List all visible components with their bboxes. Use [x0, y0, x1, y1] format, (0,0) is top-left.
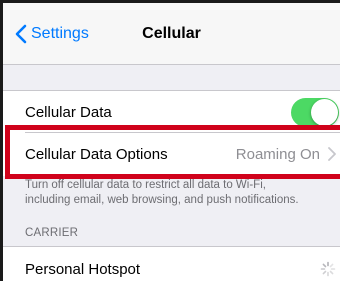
section-spacer — [3, 65, 340, 90]
personal-hotspot-row[interactable]: Personal Hotspot — [3, 246, 340, 281]
loading-spinner-icon — [320, 261, 336, 277]
footer-line-2: including email, web browsing, and push … — [25, 194, 299, 206]
cellular-data-toggle[interactable] — [291, 98, 339, 127]
back-button-label: Settings — [31, 25, 89, 42]
carrier-section-header: CARRIER — [25, 227, 79, 239]
toggle-knob — [311, 99, 338, 126]
cellular-data-row: Cellular Data — [3, 90, 340, 133]
chevron-right-icon — [328, 147, 336, 161]
cellular-data-label: Cellular Data — [25, 103, 112, 121]
cellular-data-footer: Turn off cellular data to restrict all d… — [25, 178, 330, 208]
footer-line-1: Turn off cellular data to restrict all d… — [25, 179, 266, 191]
cellular-data-options-value: Roaming On — [235, 146, 320, 163]
cellular-data-options-row[interactable]: Cellular Data Options Roaming On — [3, 133, 340, 176]
back-button[interactable]: Settings — [15, 23, 89, 45]
chevron-left-icon — [15, 24, 27, 44]
personal-hotspot-label: Personal Hotspot — [25, 260, 141, 278]
navigation-bar: Settings Cellular — [3, 3, 340, 65]
cellular-data-options-label: Cellular Data Options — [25, 146, 168, 163]
screen: Settings Cellular Cellular Data Cellular… — [0, 0, 340, 281]
